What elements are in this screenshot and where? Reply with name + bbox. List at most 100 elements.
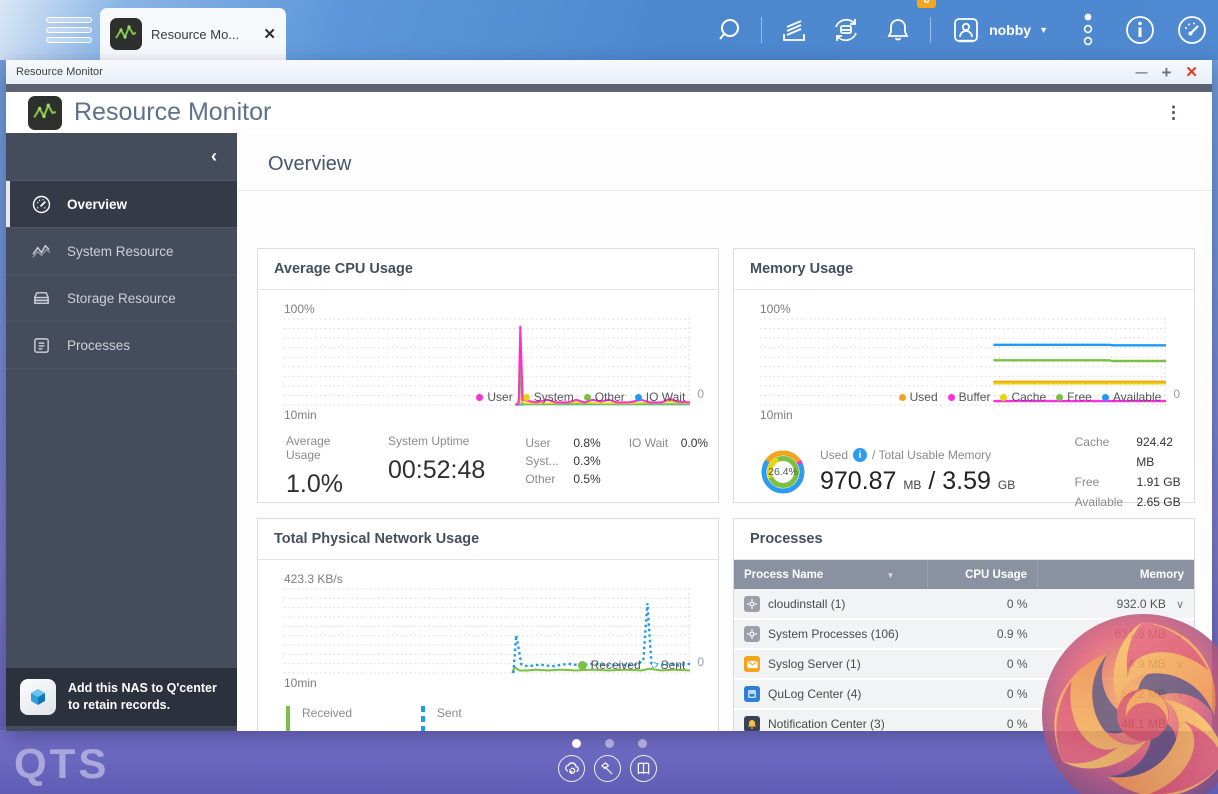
process-row[interactable]: Notification Center (3) 0 % 48.1 MB∨ [734,709,1194,731]
sent-value: 33.9 [437,727,482,731]
process-row[interactable]: Syslog Server (1) 0 % 4.9 MB∨ [734,649,1194,679]
legend-available: Available [1113,390,1161,404]
memory-used-value: 970.87 [820,467,896,495]
collapse-chevron-icon: ‹ [211,146,217,167]
maximize-icon[interactable]: + [1161,64,1171,81]
cpu-iowait-label: IO Wait [629,434,681,452]
info-icon[interactable] [1114,0,1166,60]
close-icon[interactable]: ✕ [1185,65,1198,80]
external-device-sync-icon[interactable] [820,0,872,60]
sidebar-item-system-resource[interactable]: System Resource [6,228,237,275]
uptime-label: System Uptime [388,434,485,448]
user-menu[interactable]: nobby ▼ [937,15,1062,45]
process-row[interactable]: cloudinstall (1) 0 % 932.0 KB∨ [734,589,1194,619]
network-zero-label: 0 [697,655,704,669]
myqnapcloud-icon[interactable] [558,755,585,782]
taskbar: Resource Mo... ✕ 6 [0,0,1218,60]
minimize-icon[interactable]: — [1135,66,1147,78]
cpu-iowait-value: 0.0% [681,434,708,452]
legend-user: User [487,390,512,404]
window-top-strip [6,84,1212,92]
memory-zero-label: 0 [1173,387,1180,401]
legend-free: Free [1067,390,1092,404]
expand-chevron-icon[interactable]: ∨ [1166,629,1184,641]
sent-bar [421,706,425,731]
utilities-hammer-icon[interactable] [594,755,621,782]
network-x-axis-label: 10min [284,676,317,690]
cpu-y-axis-label: 100% [284,302,718,316]
main-menu-button[interactable] [46,17,92,44]
process-cpu: 0 % [927,679,1037,709]
memory-y-axis-label: 100% [760,302,1194,316]
background-tasks-icon[interactable] [768,0,820,60]
process-memory: 48.1 MB [1121,717,1166,731]
cpu-x-axis-label: 10min [284,408,317,422]
memory-info-icon[interactable]: i [853,448,867,462]
header-label: Process Name [744,569,823,581]
sidebar-collapse-button[interactable]: ‹ [6,133,237,181]
process-cpu: 0.9 % [927,619,1037,649]
network-panel-title: Total Physical Network Usage [258,519,718,560]
qcenter-note-line1: Add this NAS to Q'center [68,681,217,695]
memory-panel: Memory Usage 100% 10min Used Buffer Cach… [733,248,1195,503]
expand-chevron-icon[interactable]: ∨ [1166,719,1184,731]
qcenter-banner[interactable]: Add this NAS to Q'center to retain recor… [6,668,237,726]
process-name: Notification Center (3) [768,717,885,731]
sidebar-item-label: Overview [67,197,127,212]
legend-system: System [534,390,574,404]
notifications-bell-icon[interactable]: 6 [872,0,924,60]
taskbar-tab-resource-monitor[interactable]: Resource Mo... ✕ [100,8,286,60]
main-content: Overview Average CPU Usage 100% 10min Us… [237,133,1212,731]
gear-process-icon [744,596,760,612]
qts-logo: QTS [14,740,109,788]
memory-used-caption: Used [820,448,848,462]
desktop-pagination [572,739,647,748]
sidebar-item-label: Storage Resource [67,291,176,306]
sidebar-item-processes[interactable]: Processes [6,322,237,369]
page-dot-2[interactable] [605,739,614,748]
tab-close-icon[interactable]: ✕ [263,25,276,43]
page-dot-3[interactable] [638,739,647,748]
more-options-icon[interactable] [1062,0,1114,60]
process-name: QuLog Center (4) [768,687,861,701]
page-dot-1[interactable] [572,739,581,748]
avg-usage-value: 1.0% [286,470,362,499]
resource-monitor-app-icon [28,96,62,130]
app-menu-kebab-icon[interactable]: ⋮ [1157,103,1190,123]
legend-used: Used [910,390,938,404]
resource-monitor-window: Resource Monitor — + ✕ Resource Monitor … [6,60,1212,731]
column-header-memory[interactable]: Memory [1038,560,1194,589]
column-header-cpu-usage[interactable]: CPU Usage [927,560,1037,589]
process-row[interactable]: System Processes (106) 0.9 % 631.6 MB∨ [734,619,1194,649]
memory-total-caption: / Total Usable Memory [872,448,991,462]
cpu-user-label: User [525,434,573,452]
legend-other: Other [595,390,625,404]
column-header-process-name[interactable]: Process Name ▼ [734,560,927,589]
dashboard-gauge-icon[interactable] [1166,0,1218,60]
search-icon[interactable] [703,0,755,60]
network-y-axis-label: 423.3 KB/s [284,572,718,586]
sidebar-item-overview[interactable]: Overview [6,181,237,228]
expand-chevron-icon[interactable]: ∨ [1166,659,1184,671]
available-label: Available [1075,492,1137,512]
process-memory: 59.2 MB [1121,687,1166,701]
expand-chevron-icon[interactable]: ∨ [1166,689,1184,701]
sidebar-item-storage-resource[interactable]: Storage Resource [6,275,237,322]
memory-used-unit: MB [903,478,921,492]
page-title: Overview [237,133,1212,191]
expand-chevron-icon[interactable]: ∨ [1166,599,1184,611]
avg-usage-label: Average Usage [286,434,362,462]
legend-buffer: Buffer [959,390,991,404]
window-titlebar[interactable]: Resource Monitor — + ✕ [6,60,1212,84]
process-cpu: 0 % [927,709,1037,731]
process-cpu: 0 % [927,589,1037,619]
processes-panel: Processes Process Name ▼ CPU Usage Memor… [733,518,1195,731]
memory-panel-title: Memory Usage [734,249,1194,290]
available-value: 2.65 GB [1137,492,1181,512]
process-name: cloudinstall (1) [768,597,845,611]
process-row[interactable]: QuLog Center (4) 0 % 59.2 MB∨ [734,679,1194,709]
process-name: Syslog Server (1) [768,657,861,671]
cpu-other-value: 0.5% [573,470,600,488]
help-book-icon[interactable] [630,755,657,782]
cpu-user-value: 0.8% [573,434,600,452]
